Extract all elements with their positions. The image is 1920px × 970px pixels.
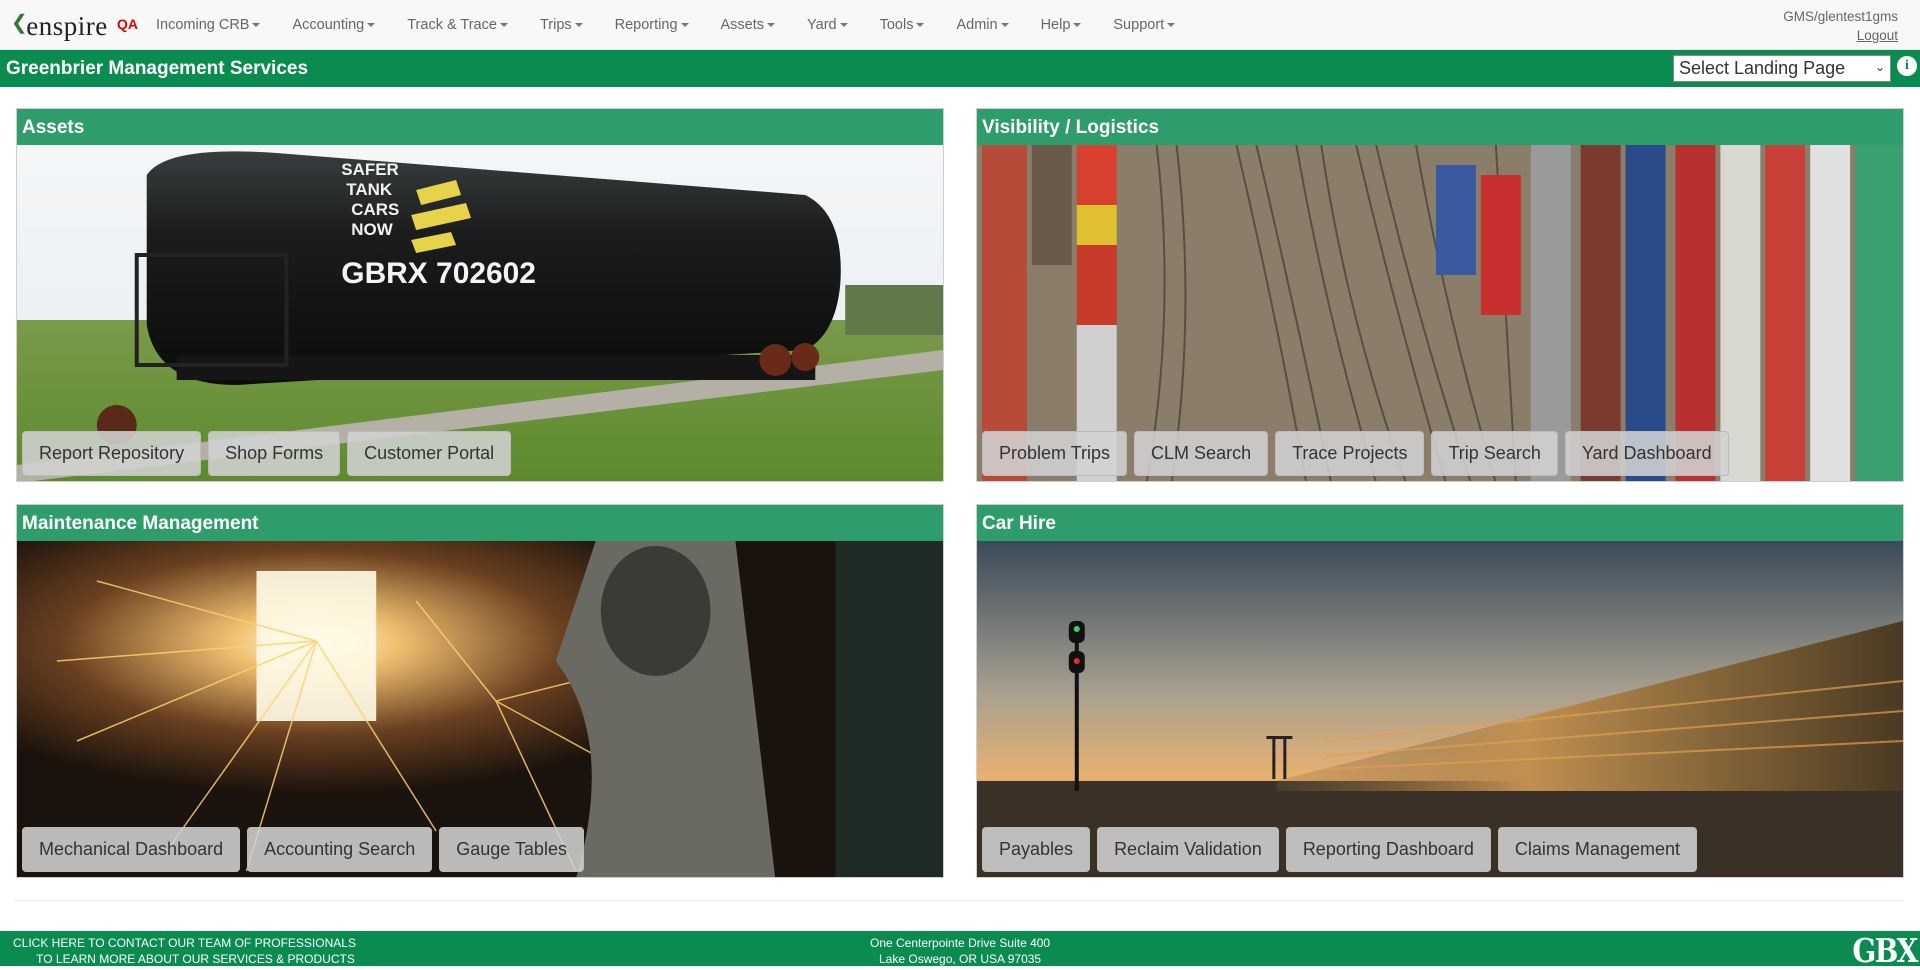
report-repository-button[interactable]: Report Repository <box>22 431 202 476</box>
chevron-down-icon: ⌄ <box>1874 60 1885 74</box>
address-line-2: Lake Oswego, OR USA 97035 <box>879 952 1042 966</box>
company-title: Greenbrier Management Services <box>6 58 309 79</box>
tile-title: Maintenance Management <box>17 505 943 541</box>
footer: CLICK HERE TO CONTACT OUR TEAM OF PROFES… <box>0 931 1920 970</box>
environment-badge: QA <box>117 16 138 32</box>
caret-down-icon <box>252 23 261 28</box>
tank-car-line-4: NOW <box>351 220 392 239</box>
yard-dashboard-button[interactable]: Yard Dashboard <box>1564 431 1729 476</box>
tile-visibility-logistics: Visibility / Logistics Problem Trips CLM… <box>976 108 1904 482</box>
contact-link[interactable]: CLICK HERE TO CONTACT OUR TEAM OF PROFES… <box>13 935 356 967</box>
tank-car-line-3: CARS <box>351 200 399 219</box>
company-address: One Centerpointe Drive Suite 400 Lake Os… <box>870 935 1050 967</box>
caret-down-icon <box>367 23 376 28</box>
caret-down-icon <box>574 23 583 28</box>
trip-search-button[interactable]: Trip Search <box>1431 431 1558 476</box>
menu-track-trace[interactable]: Track & Trace <box>391 17 524 33</box>
info-icon[interactable]: i <box>1897 56 1917 76</box>
accounting-search-button[interactable]: Accounting Search <box>247 827 433 872</box>
tank-car-line-1: SAFER <box>341 160 398 179</box>
tile-car-hire: Car Hire Payables Reclaim Validation Rep… <box>976 504 1904 878</box>
caret-down-icon <box>839 23 848 28</box>
tile-title: Visibility / Logistics <box>977 109 1903 145</box>
contact-line-2: TO LEARN MORE ABOUT OUR SERVICES & PRODU… <box>36 952 355 966</box>
tile-buttons: Report Repository Shop Forms Customer Po… <box>22 431 512 476</box>
contact-line-1: CLICK HERE TO CONTACT OUR TEAM OF PROFES… <box>13 936 356 950</box>
tank-car-id: GBRX 702602 <box>341 257 536 290</box>
customer-portal-button[interactable]: Customer Portal <box>347 431 512 476</box>
clm-search-button[interactable]: CLM Search <box>1134 431 1269 476</box>
caret-down-icon <box>1167 23 1176 28</box>
tile-buttons: Problem Trips CLM Search Trace Projects … <box>982 431 1729 476</box>
username: GMS/glentest1gms <box>1783 9 1898 24</box>
shop-forms-button[interactable]: Shop Forms <box>208 431 341 476</box>
reclaim-validation-button[interactable]: Reclaim Validation <box>1097 827 1279 872</box>
caret-down-icon <box>1000 23 1009 28</box>
reporting-dashboard-button[interactable]: Reporting Dashboard <box>1285 827 1491 872</box>
trace-projects-button[interactable]: Trace Projects <box>1275 431 1425 476</box>
user-box: GMS/glentest1gms Logout <box>1783 7 1898 45</box>
footer-divider <box>14 900 1904 901</box>
tank-car-line-2: TANK <box>346 180 393 199</box>
enspire-logo[interactable]: ❮enspire <box>11 11 108 42</box>
menu-reporting[interactable]: Reporting <box>599 17 705 33</box>
tile-buttons: Payables Reclaim Validation Reporting Da… <box>982 827 1697 872</box>
caret-down-icon <box>680 23 689 28</box>
caret-down-icon <box>916 23 925 28</box>
top-navbar: ❮enspire QA Incoming CRB Accounting Trac… <box>0 0 1920 50</box>
tile-title: Car Hire <box>977 505 1903 541</box>
address-line-1: One Centerpointe Drive Suite 400 <box>870 936 1051 950</box>
tile-assets: Assets SAFER TANK CARS NOW GBRX 702602 R… <box>16 108 944 482</box>
caret-down-icon <box>499 23 508 28</box>
menu-assets[interactable]: Assets <box>705 17 792 33</box>
tile-maintenance-management: Maintenance Management Mechanical Dashbo… <box>16 504 944 878</box>
payables-button[interactable]: Payables <box>982 827 1091 872</box>
title-bar: Greenbrier Management Services <box>0 50 1920 87</box>
menu-support[interactable]: Support <box>1097 17 1191 33</box>
menu-trips[interactable]: Trips <box>524 17 599 33</box>
tile-title: Assets <box>17 109 943 145</box>
menu-yard[interactable]: Yard <box>791 17 864 33</box>
claims-management-button[interactable]: Claims Management <box>1497 827 1697 872</box>
menu-admin[interactable]: Admin <box>940 17 1024 33</box>
gauge-tables-button[interactable]: Gauge Tables <box>439 827 584 872</box>
tile-buttons: Mechanical Dashboard Accounting Search G… <box>22 827 584 872</box>
menu-incoming-crb[interactable]: Incoming CRB <box>140 17 276 33</box>
landing-page-select[interactable]: Select Landing Page ⌄ <box>1673 55 1891 82</box>
main-menu: Incoming CRB Accounting Track & Trace Tr… <box>140 0 1191 50</box>
gbx-logo: GBX <box>1852 931 1919 970</box>
logout-link[interactable]: Logout <box>1783 26 1898 45</box>
menu-help[interactable]: Help <box>1025 17 1098 33</box>
problem-trips-button[interactable]: Problem Trips <box>982 431 1128 476</box>
caret-down-icon <box>1073 23 1082 28</box>
mechanical-dashboard-button[interactable]: Mechanical Dashboard <box>22 827 241 872</box>
menu-accounting[interactable]: Accounting <box>276 17 391 33</box>
caret-down-icon <box>767 23 776 28</box>
menu-tools[interactable]: Tools <box>864 17 941 33</box>
